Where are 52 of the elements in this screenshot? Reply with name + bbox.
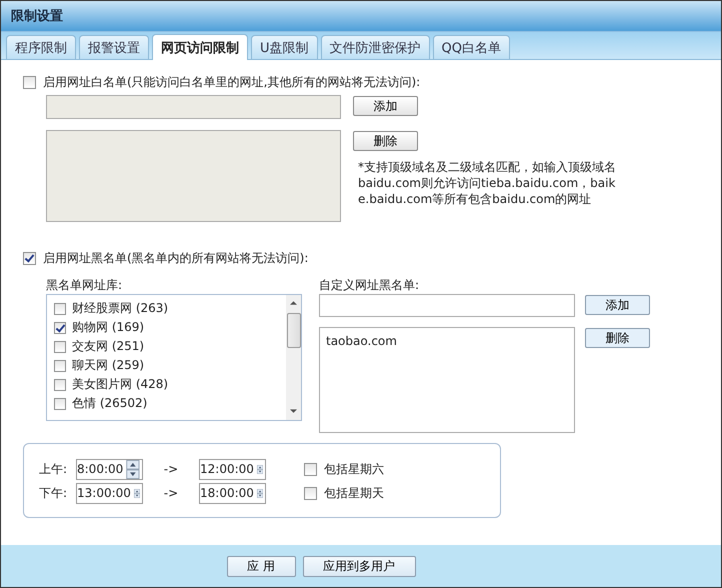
arrow-text: -> xyxy=(162,486,180,500)
scroll-up-icon[interactable] xyxy=(290,300,297,305)
tab[interactable]: U盘限制 xyxy=(251,35,318,59)
time-field[interactable]: 8:00:00 xyxy=(76,458,143,480)
category-label: 聊天网 (259) xyxy=(72,357,144,374)
tab[interactable]: 程序限制 xyxy=(6,35,76,59)
window-title: 限制设置 xyxy=(11,8,63,25)
checkbox[interactable] xyxy=(54,302,66,314)
time-field[interactable]: 18:00:00 xyxy=(199,482,266,504)
url-input-field[interactable] xyxy=(319,294,575,317)
delete-button[interactable]: 删除 xyxy=(353,131,418,151)
category-label: 购物网 (169) xyxy=(72,319,144,336)
add-button[interactable]: 添加 xyxy=(353,96,418,116)
checkbox[interactable] xyxy=(54,322,66,334)
arrow-text: -> xyxy=(162,462,180,476)
section-label: 黑名单网址库: xyxy=(46,277,124,294)
tab[interactable]: 网页访问限制 xyxy=(152,34,248,60)
checkbox[interactable] xyxy=(54,378,66,390)
add-button[interactable]: 添加 xyxy=(585,295,650,315)
time-label: 下午: xyxy=(39,484,68,502)
category-label: 美女图片网 (428) xyxy=(72,376,168,393)
checkbox[interactable] xyxy=(304,486,317,500)
scrollbar[interactable] xyxy=(286,295,301,420)
category-label: 交友网 (251) xyxy=(72,338,144,355)
apply-button[interactable]: 应 用 xyxy=(226,556,296,576)
url-input-field[interactable] xyxy=(46,95,341,119)
apply-button[interactable]: 应用到多用户 xyxy=(302,556,416,576)
delete-button[interactable]: 删除 xyxy=(585,328,650,348)
checkbox[interactable] xyxy=(54,340,66,352)
checkbox[interactable] xyxy=(23,252,36,264)
checkbox-label: 启用网址白名单(只能访问白名单里的网址,其他所有的网站将无法访问): xyxy=(43,74,420,90)
checkbox-label: 包括星期六 xyxy=(324,460,384,478)
time-field[interactable]: 12:00:00 xyxy=(199,458,266,480)
url-entry[interactable]: taobao.com xyxy=(326,334,568,348)
checkbox[interactable] xyxy=(23,76,36,88)
checkbox[interactable] xyxy=(54,398,66,410)
section-label: 自定义网址黑名单: xyxy=(319,277,420,294)
time-field[interactable]: 13:00:00 xyxy=(76,482,143,504)
category-label: 色情 (26502) xyxy=(72,395,148,412)
tab[interactable]: QQ白名单 xyxy=(432,35,510,59)
scroll-down-icon[interactable] xyxy=(290,409,297,414)
checkbox-label: 启用网址黑名单(黑名单内的所有网站将无法访问): xyxy=(43,250,308,266)
whitelist-box[interactable] xyxy=(46,130,341,222)
note-text: *支持顶级域名及二级域名匹配，如输入顶级域名baidu.com则允许访问tieba.baidu.com，baike.baidu.com等所有包含baidu.com的网址 xyxy=(358,159,617,207)
tab[interactable]: 文件防泄密保护 xyxy=(320,35,430,59)
checkbox[interactable] xyxy=(54,360,66,372)
checkbox-label: 包括星期天 xyxy=(324,484,384,502)
tab[interactable]: 报警设置 xyxy=(79,35,149,59)
spinner-icon[interactable] xyxy=(126,460,140,478)
time-label: 上午: xyxy=(39,460,68,478)
checkbox[interactable] xyxy=(304,462,317,476)
category-label: 财经股票网 (263) xyxy=(72,300,168,317)
